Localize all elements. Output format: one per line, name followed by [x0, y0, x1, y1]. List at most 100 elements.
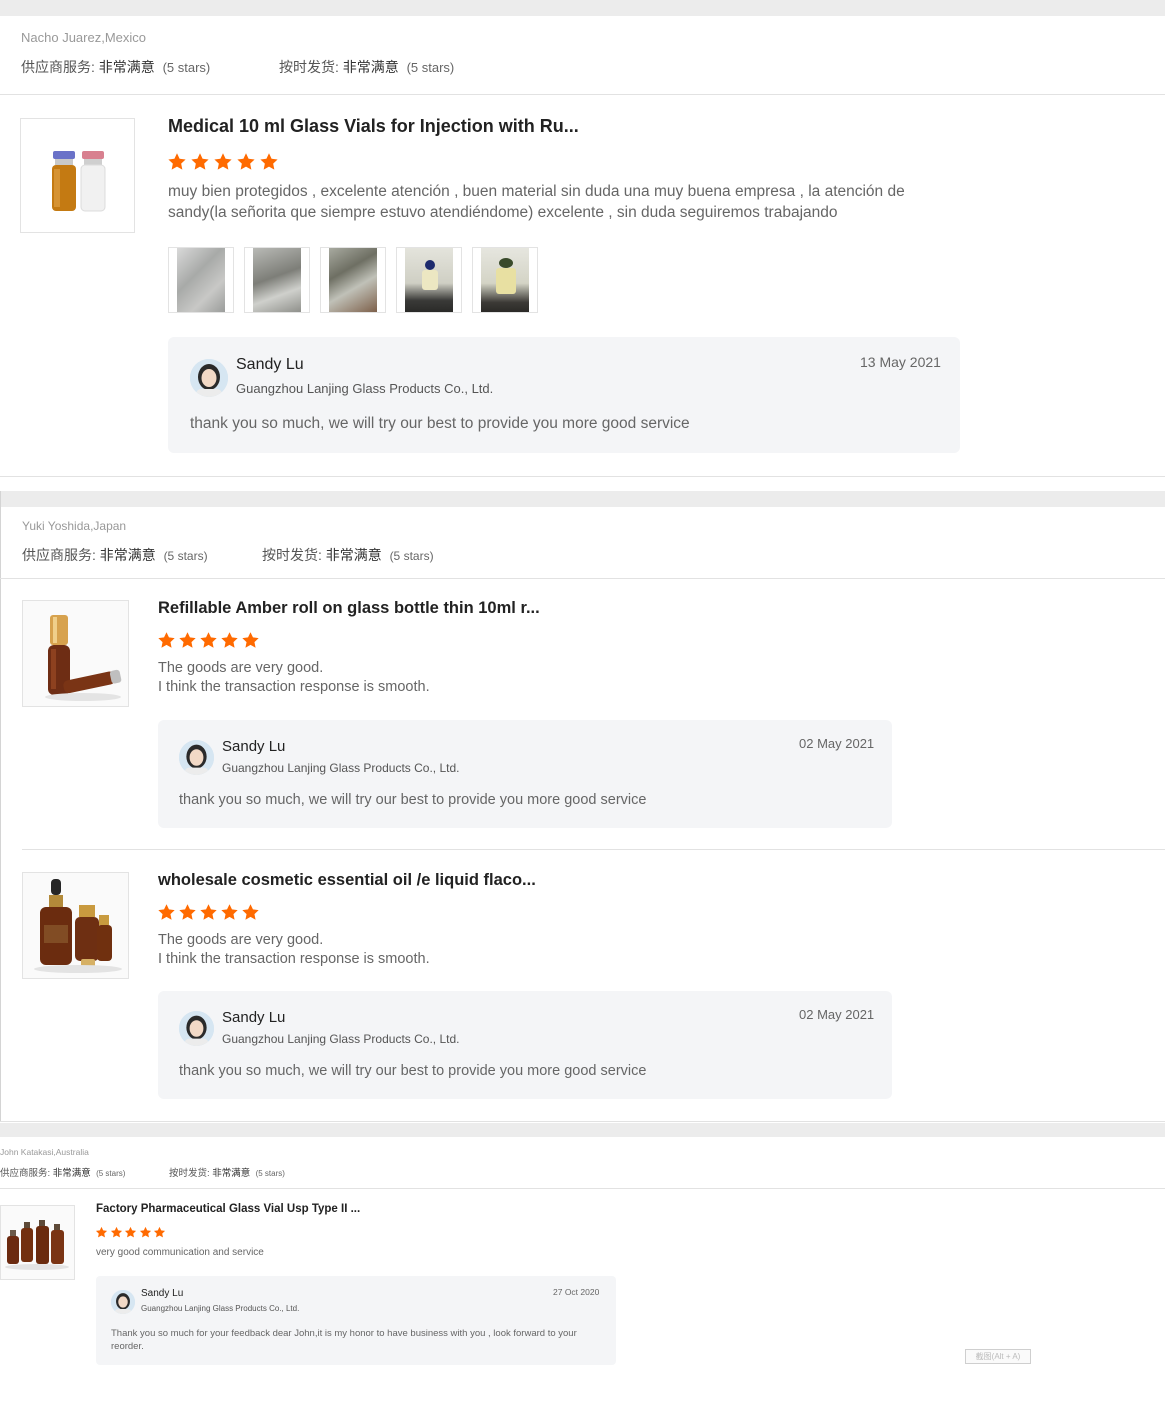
reply-date: 13 May 2021 — [860, 354, 941, 370]
product-thumbnail[interactable] — [0, 1205, 75, 1280]
avatar — [190, 359, 228, 397]
rating-value: 非常满意 — [342, 59, 399, 75]
star-icon — [158, 904, 175, 920]
star-icon — [191, 153, 209, 170]
person-icon — [179, 740, 214, 775]
reply-date: 27 Oct 2020 — [553, 1287, 600, 1297]
rating-value: 非常满意 — [325, 547, 382, 563]
seller-reply: Sandy Lu Guangzhou Lanjing Glass Product… — [96, 1276, 616, 1365]
rating-value: 非常满意 — [98, 59, 155, 75]
star-icon — [110, 1226, 122, 1238]
seller-reply: Sandy Lu Guangzhou Lanjing Glass Product… — [168, 337, 960, 453]
reply-text: thank you so much, we will try our best … — [179, 1063, 647, 1079]
divider — [0, 476, 1165, 477]
reply-company: Guangzhou Lanjing Glass Products Co., Lt… — [141, 1304, 300, 1313]
product-thumbnail[interactable] — [20, 118, 135, 233]
rating-label: 按时发货: — [169, 1168, 210, 1179]
rating-label: 供应商服务: — [22, 547, 96, 563]
person-icon — [111, 1290, 135, 1314]
star-icon — [168, 153, 186, 170]
rating-stars-count: (5 stars) — [389, 549, 434, 563]
supplier-service-rating: 供应商服务: 非常满意 (5 stars) — [0, 1165, 125, 1179]
review-photo[interactable] — [396, 247, 462, 313]
star-icon — [158, 632, 175, 648]
reply-author: Sandy Lu — [236, 356, 304, 373]
avatar — [111, 1290, 135, 1314]
review-text: The goods are very good. I think the tra… — [158, 660, 430, 695]
star-rating — [157, 903, 260, 922]
rating-label: 供应商服务: — [0, 1168, 51, 1179]
reply-text: thank you so much, we will try our best … — [190, 415, 690, 432]
review-card: John Katakasi,Australia 供应商服务: 非常满意 (5 s… — [0, 1137, 1165, 1410]
review-photo[interactable] — [320, 247, 386, 313]
star-icon — [237, 153, 255, 170]
reply-date: 02 May 2021 — [799, 1007, 875, 1022]
review-text: The goods are very good. I think the tra… — [158, 932, 430, 967]
rating-stars-count: (5 stars) — [255, 1169, 285, 1178]
star-icon — [153, 1226, 166, 1238]
star-rating — [157, 631, 260, 650]
amber-vials-icon — [1, 1206, 74, 1279]
star-icon — [179, 904, 196, 920]
review-text: muy bien protegidos , excelente atención… — [168, 183, 905, 221]
rating-value: 非常满意 — [99, 547, 156, 563]
section-separator-band — [0, 1123, 1165, 1137]
vials-icon — [52, 151, 106, 212]
rating-stars-count: (5 stars) — [406, 60, 455, 75]
seller-reply: Sandy Lu Guangzhou Lanjing Glass Product… — [158, 991, 892, 1099]
roll-on-bottle-icon — [23, 601, 128, 706]
review-photo[interactable] — [244, 247, 310, 313]
reply-author: Sandy Lu — [141, 1288, 184, 1299]
section-top-band — [0, 0, 1165, 16]
product-title[interactable]: Refillable Amber roll on glass bottle th… — [158, 599, 540, 618]
star-icon — [242, 904, 259, 920]
star-icon — [200, 632, 217, 648]
buyer-name: Yuki Yoshida,Japan — [22, 519, 127, 533]
product-thumbnail[interactable] — [22, 872, 129, 979]
review-photo[interactable] — [472, 247, 538, 313]
rating-label: 按时发货: — [279, 59, 339, 75]
reply-date: 02 May 2021 — [799, 736, 875, 751]
screenshot-shortcut-hint: 截图(Alt + A) — [965, 1349, 1031, 1364]
star-icon — [221, 904, 238, 920]
reply-company: Guangzhou Lanjing Glass Products Co., Lt… — [236, 381, 494, 396]
reply-company: Guangzhou Lanjing Glass Products Co., Lt… — [222, 761, 460, 775]
product-thumbnail[interactable] — [22, 600, 129, 707]
product-title[interactable]: wholesale cosmetic essential oil /e liqu… — [158, 871, 536, 890]
product-title[interactable]: Medical 10 ml Glass Vials for Injection … — [168, 116, 579, 137]
reply-company: Guangzhou Lanjing Glass Products Co., Lt… — [222, 1032, 460, 1046]
person-icon — [190, 359, 228, 397]
product-title[interactable]: Factory Pharmaceutical Glass Vial Usp Ty… — [96, 1203, 360, 1215]
star-icon — [179, 632, 196, 648]
rating-stars-count: (5 stars) — [162, 60, 211, 75]
star-icon — [242, 632, 259, 648]
delivery-rating: 按时发货: 非常满意 (5 stars) — [279, 57, 454, 77]
star-rating — [95, 1226, 166, 1239]
rating-label: 按时发货: — [262, 547, 322, 563]
star-icon — [214, 153, 232, 170]
delivery-rating: 按时发货: 非常满意 (5 stars) — [262, 545, 434, 565]
reply-text: Thank you so much for your feedback dear… — [111, 1328, 577, 1352]
buyer-name: Nacho Juarez,Mexico — [21, 30, 146, 45]
reply-text: thank you so much, we will try our best … — [179, 792, 647, 808]
delivery-rating: 按时发货: 非常满意 (5 stars) — [169, 1165, 285, 1179]
review-photo[interactable] — [168, 247, 234, 313]
reply-author: Sandy Lu — [222, 738, 286, 755]
supplier-service-rating: 供应商服务: 非常满意 (5 stars) — [21, 57, 210, 77]
divider — [0, 1121, 1165, 1122]
rating-stars-count: (5 stars) — [163, 549, 208, 563]
dropper-bottles-icon — [23, 873, 128, 978]
rating-stars-count: (5 stars) — [96, 1169, 126, 1178]
rating-label: 供应商服务: — [21, 59, 95, 75]
person-icon — [179, 1011, 214, 1046]
star-icon — [260, 153, 278, 170]
star-icon — [221, 632, 238, 648]
supplier-service-rating: 供应商服务: 非常满意 (5 stars) — [22, 545, 208, 565]
review-text: very good communication and service — [96, 1247, 264, 1258]
review-card: Nacho Juarez,Mexico 供应商服务: 非常满意 (5 stars… — [0, 16, 1165, 476]
rating-value: 非常满意 — [212, 1168, 251, 1179]
seller-reply: Sandy Lu Guangzhou Lanjing Glass Product… — [158, 720, 892, 828]
star-icon — [200, 904, 217, 920]
section-separator-band — [0, 491, 1165, 507]
star-icon — [95, 1226, 108, 1238]
